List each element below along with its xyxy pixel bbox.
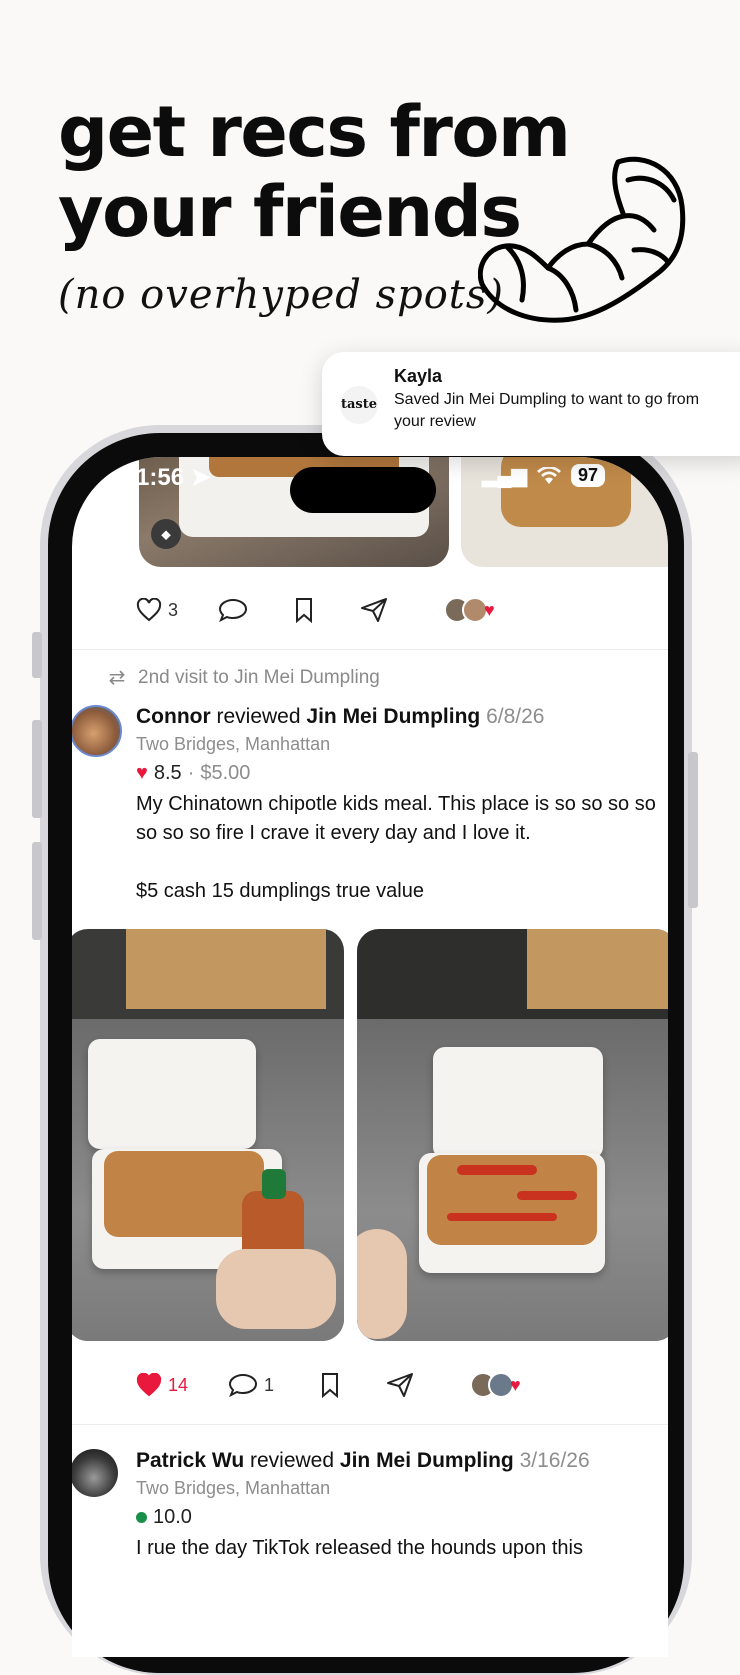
notification-banner[interactable]: taste Kayla Saved Jin Mei Dumpling to wa… [322, 352, 740, 456]
comment-button[interactable] [218, 597, 248, 623]
rating-row: 10.0 [136, 1506, 192, 1529]
reviewer-name[interactable]: Connor [136, 705, 211, 728]
divider [72, 1424, 668, 1425]
post-actions: 3 ♥ [136, 597, 495, 623]
avatar[interactable] [72, 1449, 118, 1497]
green-dot-icon [136, 1512, 147, 1523]
phone-power-button [688, 752, 698, 908]
comment-icon [219, 598, 248, 623]
review-text: My Chinatown chipotle kids meal. This pl… [136, 793, 656, 844]
liked-by-avatars[interactable]: ♥ [470, 1372, 521, 1398]
notification-title: Kayla [394, 366, 443, 386]
signal-icon: ▂▄▆ [482, 465, 527, 487]
bookmark-icon [322, 1373, 339, 1398]
rating-row: ♥ 8.5 · $5.00 [136, 762, 250, 785]
share-button[interactable] [386, 1372, 414, 1398]
repost-text: 2nd visit to Jin Mei Dumpling [138, 666, 380, 688]
tag-icon[interactable]: ⬥ [151, 519, 181, 549]
dynamic-island [290, 467, 436, 513]
price: $5.00 [200, 762, 251, 784]
comment-count: 1 [264, 1374, 275, 1395]
review-verb: reviewed [216, 705, 301, 728]
wifi-icon [536, 466, 561, 484]
restaurant-name[interactable]: Jin Mei Dumpling [340, 1449, 514, 1472]
post-actions: 14 1 ♥ [136, 1372, 521, 1398]
phone-volume-down [32, 842, 42, 940]
like-button[interactable]: 14 [136, 1373, 188, 1397]
rating-score: 8.5 [153, 762, 182, 784]
subheadline: (no overhyped spots) [58, 272, 505, 318]
taste-logo-icon: taste [340, 386, 378, 424]
location-arrow-icon: ➤ [190, 464, 211, 491]
heart-filled-icon [136, 1373, 162, 1397]
heart-icon: ♥ [136, 762, 148, 784]
rating-score: 10.0 [153, 1506, 192, 1528]
send-icon [361, 598, 388, 622]
battery-indicator: 97 [570, 464, 605, 487]
heart-icon: ♥ [484, 599, 495, 620]
review-date: 6/8/26 [486, 705, 545, 728]
heart-icon: ♥ [510, 1374, 521, 1395]
comment-button[interactable]: 1 [228, 1372, 274, 1398]
phone-action-button [32, 632, 42, 678]
repost-label: ⇄ 2nd visit to Jin Mei Dumpling [96, 665, 380, 690]
comment-icon [229, 1373, 258, 1398]
status-indicators: ▂▄▆ 97 [482, 463, 605, 488]
liked-by-avatars[interactable]: ♥ [444, 597, 495, 623]
like-count: 3 [168, 599, 179, 620]
restaurant-name[interactable]: Jin Mei Dumpling [306, 705, 480, 728]
like-count: 14 [168, 1374, 189, 1395]
phone-volume-up [32, 720, 42, 818]
restaurant-location: Two Bridges, Manhattan [136, 734, 331, 754]
heart-outline-icon [136, 598, 162, 622]
croissant-illustration [478, 156, 686, 323]
review-photo[interactable] [357, 929, 668, 1341]
separator: · [187, 762, 195, 784]
time-text: 1:56 [136, 464, 185, 491]
send-icon [387, 1373, 414, 1397]
review-header: Patrick Wu reviewed Jin Mei Dumpling 3/1… [136, 1449, 590, 1473]
review-text-2: $5 cash 15 dumplings true value [136, 880, 424, 902]
bookmark-button[interactable] [320, 1372, 340, 1398]
review-header: Connor reviewed Jin Mei Dumpling 6/8/26 [136, 705, 544, 729]
restaurant-location: Two Bridges, Manhattan [136, 1478, 331, 1498]
repeat-icon: ⇄ [108, 667, 126, 689]
review-date: 3/16/26 [519, 1449, 590, 1472]
divider [72, 649, 668, 650]
bookmark-icon [296, 598, 313, 623]
status-time: 1:56 ➤ [136, 463, 211, 492]
share-button[interactable] [360, 597, 388, 623]
phone-screen: ⬥ 1:56 ➤ ▂▄▆ 97 3 ♥ ⇄ 2nd visit to Jin M… [72, 457, 668, 1657]
bookmark-button[interactable] [294, 597, 314, 623]
review-verb: reviewed [250, 1449, 335, 1472]
review-text: I rue the day TikTok released the hounds… [136, 1537, 583, 1559]
notification-message: Saved Jin Mei Dumpling to want to go fro… [394, 391, 700, 430]
like-button[interactable]: 3 [136, 598, 178, 622]
review-photo[interactable] [72, 929, 344, 1341]
reviewer-name[interactable]: Patrick Wu [136, 1449, 244, 1472]
avatar[interactable] [72, 705, 122, 757]
